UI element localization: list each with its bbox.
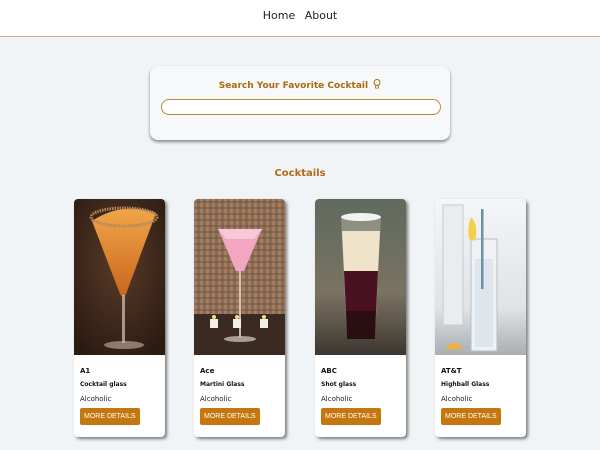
cocktail-name: A1: [80, 367, 91, 375]
cocktail-card: ABC Shot glass Alcoholic MORE DETAILS: [315, 199, 406, 437]
cocktail-image: [74, 199, 165, 355]
cocktail-type: Alcoholic: [80, 395, 112, 403]
search-input[interactable]: [161, 99, 441, 115]
cocktail-name: AT&T: [441, 367, 462, 375]
nav-links: Home About: [0, 9, 600, 22]
cocktail-name: Ace: [200, 367, 215, 375]
nav-about-link[interactable]: About: [305, 9, 338, 22]
more-details-button[interactable]: MORE DETAILS: [321, 408, 381, 425]
cocktail-image: [315, 199, 406, 355]
search-title: Search Your Favorite Cocktail: [150, 79, 450, 91]
cocktail-name: ABC: [321, 367, 337, 375]
cocktail-type: Alcoholic: [441, 395, 473, 403]
cocktail-glass: Shot glass: [321, 381, 357, 388]
cocktail-glass: Martini Glass: [200, 381, 245, 388]
more-details-button[interactable]: MORE DETAILS: [441, 408, 501, 425]
cocktail-type: Alcoholic: [321, 395, 353, 403]
top-navbar: Home About: [0, 0, 600, 37]
cocktail-type: Alcoholic: [200, 395, 232, 403]
more-details-button[interactable]: MORE DETAILS: [80, 408, 140, 425]
cocktail-image: [435, 199, 526, 355]
cocktail-image: [194, 199, 285, 355]
search-title-text: Search Your Favorite Cocktail: [218, 81, 369, 91]
nav-home-link[interactable]: Home: [263, 9, 295, 22]
lightbulb-icon: [373, 79, 381, 91]
cocktail-glass: Cocktail glass: [80, 381, 127, 388]
cocktail-card: AT&T Highball Glass Alcoholic MORE DETAI…: [435, 199, 526, 437]
section-title: Cocktails: [274, 168, 326, 179]
cocktail-card: A1 Cocktail glass Alcoholic MORE DETAILS: [74, 199, 165, 437]
search-card: Search Your Favorite Cocktail: [150, 66, 450, 140]
cocktail-glass: Highball Glass: [441, 381, 490, 388]
cocktail-card: Ace Martini Glass Alcoholic MORE DETAILS: [194, 199, 285, 437]
more-details-button[interactable]: MORE DETAILS: [200, 408, 260, 425]
